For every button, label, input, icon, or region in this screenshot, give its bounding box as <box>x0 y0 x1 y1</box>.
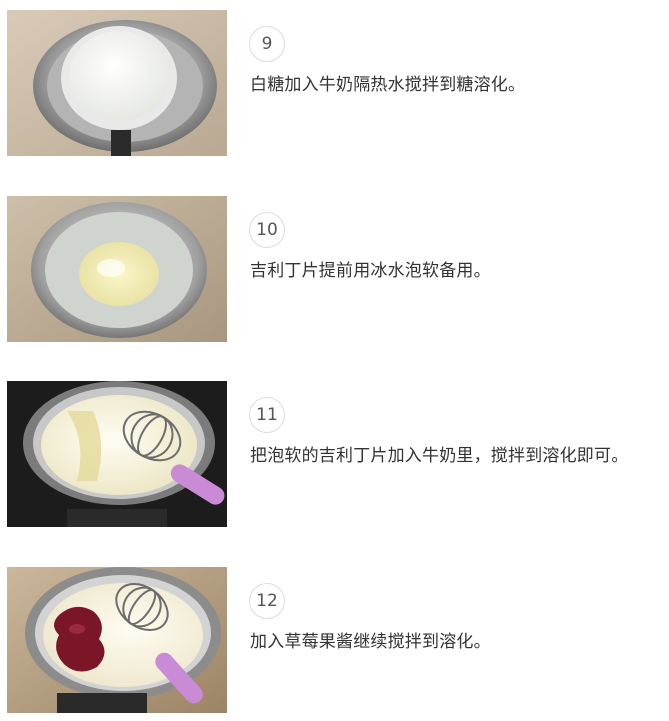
step-instruction-text: 把泡软的吉利丁片加入牛奶里，搅拌到溶化即可。 <box>250 446 629 466</box>
recipe-step-9: 9 白糖加入牛奶隔热水搅拌到糖溶化。 <box>0 10 669 156</box>
step-instruction-text: 吉利丁片提前用冰水泡软备用。 <box>250 261 491 281</box>
gelatin-in-ice-water-bowl-icon <box>7 196 227 342</box>
step-photo-whisk-milk[interactable] <box>7 381 227 527</box>
step-photo-milk-bowl[interactable] <box>7 10 227 156</box>
whisk-in-milk-pot-icon <box>7 381 227 527</box>
recipe-step-11: 11 把泡软的吉利丁片加入牛奶里，搅拌到溶化即可。 <box>0 381 669 527</box>
milk-bowl-in-water-bath-icon <box>7 10 227 156</box>
step-photo-gelatin-bowl[interactable] <box>7 196 227 342</box>
step-number-badge: 11 <box>249 397 285 433</box>
step-instruction-text: 加入草莓果酱继续搅拌到溶化。 <box>250 632 491 652</box>
strawberry-jam-in-milk-pot-icon <box>7 567 227 713</box>
step-number-badge: 9 <box>249 26 285 62</box>
step-instruction-text: 白糖加入牛奶隔热水搅拌到糖溶化。 <box>250 75 526 95</box>
recipe-step-10: 10 吉利丁片提前用冰水泡软备用。 <box>0 196 669 342</box>
step-number-badge: 10 <box>249 212 285 248</box>
recipe-step-12: 12 加入草莓果酱继续搅拌到溶化。 <box>0 567 669 713</box>
step-photo-strawberry-jam[interactable] <box>7 567 227 713</box>
step-number-badge: 12 <box>249 583 285 619</box>
